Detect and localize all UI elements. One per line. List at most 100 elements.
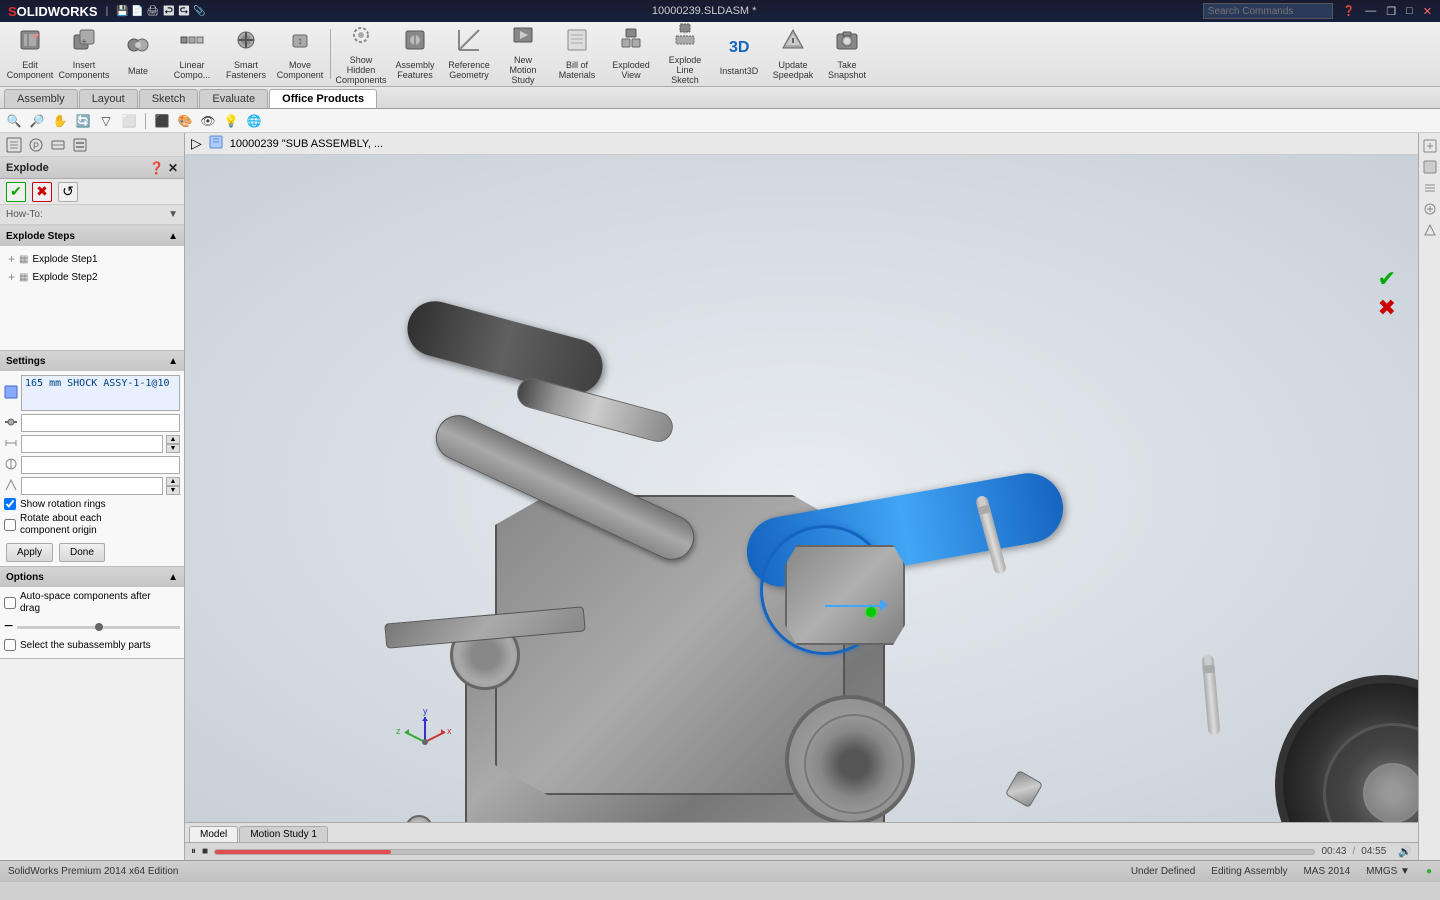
search-input[interactable] (1203, 3, 1333, 19)
spacing-slider[interactable] (17, 626, 180, 629)
right-panel-btn-1[interactable] (1421, 137, 1439, 155)
show-hidden-btn[interactable]: ShowHiddenComponents (335, 25, 387, 83)
select-subassembly-checkbox[interactable] (4, 639, 16, 651)
new-motion-study-btn[interactable]: NewMotionStudy (497, 25, 549, 83)
angle-down-btn[interactable]: ▼ (166, 486, 180, 495)
help-btn[interactable]: ❓ (1343, 6, 1355, 17)
mate-btn[interactable]: Mate (112, 25, 164, 83)
tab-assembly[interactable]: Assembly (4, 89, 78, 108)
panel-close-btn[interactable]: ✕ (168, 161, 178, 175)
angle-up-btn[interactable]: ▲ (166, 477, 180, 486)
minimize-btn[interactable]: — (1365, 5, 1376, 17)
timeline-progress[interactable] (214, 849, 1315, 855)
maximize-btn[interactable]: □ (1406, 5, 1413, 17)
explode-line-btn[interactable]: ExplodeLineSketch (659, 25, 711, 83)
distance-field[interactable]: 72.70861897mm (21, 435, 163, 453)
angle-field[interactable]: 0deg (21, 477, 163, 495)
mate-icon (125, 32, 151, 64)
tree-expand-icon[interactable]: ▷ (191, 135, 202, 152)
show-hidden-icon (348, 22, 374, 54)
right-panel-btn-3[interactable] (1421, 179, 1439, 197)
done-btn[interactable]: Done (59, 543, 105, 562)
instant3d-label: Instant3D (720, 66, 759, 76)
section-view-btn[interactable]: ⬛ (152, 111, 172, 131)
panel-help-btn[interactable]: ❓ (149, 161, 164, 175)
bill-of-materials-btn[interactable]: Bill ofMaterials (551, 25, 603, 83)
units-dropdown[interactable]: MMGS ▼ (1366, 866, 1410, 877)
pause-btn[interactable]: ⏸ (191, 846, 196, 857)
redo-explode-btn[interactable]: ↺ (58, 182, 78, 202)
appearances-btn[interactable]: 💡 (221, 111, 241, 131)
options-header[interactable]: Options ▲ (0, 567, 184, 587)
show-rotation-rings-checkbox[interactable] (4, 498, 16, 510)
zoom-in-btn[interactable]: 🔎 (27, 111, 47, 131)
configuration-manager-icon[interactable] (48, 135, 68, 155)
vtab-motion-study[interactable]: Motion Study 1 (239, 826, 328, 842)
hide-show-btn[interactable]: 👁 (198, 111, 218, 131)
property-manager-icon[interactable]: P (26, 135, 46, 155)
search-box[interactable] (1203, 3, 1333, 19)
view-palette-btn[interactable]: 🎨 (175, 111, 195, 131)
explode-step2-item[interactable]: + ▦ Explode Step2 (4, 268, 180, 286)
right-panel-btn-4[interactable] (1421, 200, 1439, 218)
edge-field[interactable]: Z@Edge<1> @SHOCK BRAC (21, 414, 180, 432)
close-btn[interactable]: ✕ (1423, 5, 1432, 18)
display-style-btn[interactable]: ⬜ (119, 111, 139, 131)
distance-up-btn[interactable]: ▲ (166, 435, 180, 444)
view-selector-btn[interactable]: ▽ (96, 111, 116, 131)
exploded-view-btn[interactable]: ExplodedView (605, 25, 657, 83)
linear-component-btn[interactable]: LinearCompo... (166, 25, 218, 83)
tab-layout[interactable]: Layout (79, 89, 138, 108)
right-panel-btn-2[interactable] (1421, 158, 1439, 176)
edge-icon (4, 415, 18, 431)
component-field[interactable]: 165 mm SHOCK ASSY-1-1@10 (21, 375, 180, 411)
distance-spinner[interactable]: ▲ ▼ (166, 435, 180, 453)
edit-component-btn[interactable]: EditComponent (4, 25, 56, 83)
explode-steps-content: + ▦ Explode Step1 + ▦ Explode Step2 (0, 246, 184, 350)
move-component-btn[interactable]: ↕ MoveComponent (274, 25, 326, 83)
reject-btn[interactable]: ✖ (1378, 295, 1396, 321)
reference-geometry-btn[interactable]: ReferenceGeometry (443, 25, 495, 83)
settings-header[interactable]: Settings ▲ (0, 351, 184, 371)
pan-btn[interactable]: ✋ (50, 111, 70, 131)
cancel-explode-btn[interactable]: ✖ (32, 182, 52, 202)
explode-steps-header[interactable]: Explode Steps ▲ (0, 226, 184, 246)
scenes-btn[interactable]: 🌐 (244, 111, 264, 131)
apply-btn[interactable]: Apply (6, 543, 53, 562)
smart-fasteners-btn[interactable]: SmartFasteners (220, 25, 272, 83)
reference-field[interactable]: XYRing@Edge<1> @SHOCK (21, 456, 180, 474)
right-panel-btn-5[interactable] (1421, 221, 1439, 239)
accept-btn[interactable]: ✔ (1378, 266, 1396, 292)
distance-down-btn[interactable]: ▼ (166, 444, 180, 453)
take-snapshot-icon (834, 27, 860, 59)
explode-step1-item[interactable]: + ▦ Explode Step1 (4, 250, 180, 268)
restore-btn[interactable]: ❐ (1386, 5, 1396, 18)
angle-spinner[interactable]: ▲ ▼ (166, 477, 180, 495)
take-snapshot-btn[interactable]: TakeSnapshot (821, 25, 873, 83)
feature-tree-icon[interactable] (4, 135, 24, 155)
vtab-model[interactable]: Model (189, 826, 238, 842)
reference-field-row: XYRing@Edge<1> @SHOCK (4, 456, 180, 474)
rotate-about-checkbox[interactable] (4, 519, 16, 531)
insert-components-btn[interactable]: + InsertComponents (58, 25, 110, 83)
stop-btn[interactable]: ■ (202, 846, 208, 857)
tab-evaluate[interactable]: Evaluate (199, 89, 268, 108)
auto-space-checkbox[interactable] (4, 597, 16, 609)
update-speedpak-btn[interactable]: UpdateSpeedpak (767, 25, 819, 83)
volume-icon[interactable]: 🔊 (1398, 845, 1412, 858)
tab-sketch[interactable]: Sketch (139, 89, 199, 108)
version-info: MAS 2014 (1303, 866, 1350, 877)
viewport-container: ▷ 10000239 "SUB ASSEMBLY, ... (185, 133, 1418, 860)
display-manager-icon[interactable] (70, 135, 90, 155)
rotate-btn[interactable]: 🔄 (73, 111, 93, 131)
tab-office-products[interactable]: Office Products (269, 89, 377, 108)
under-defined-status: Under Defined (1131, 866, 1195, 877)
zoom-to-fit-btn[interactable]: 🔍 (4, 111, 24, 131)
howto-header[interactable]: How-To: ▼ (0, 205, 184, 225)
main-viewport[interactable]: x y z ✔ ✖ (185, 155, 1418, 822)
howto-label: How-To: (6, 209, 43, 220)
instant3d-btn[interactable]: 3D Instant3D (713, 25, 765, 83)
time-current: 00:43 (1321, 846, 1346, 857)
assembly-features-btn[interactable]: AssemblyFeatures (389, 25, 441, 83)
confirm-explode-btn[interactable]: ✔ (6, 182, 26, 202)
